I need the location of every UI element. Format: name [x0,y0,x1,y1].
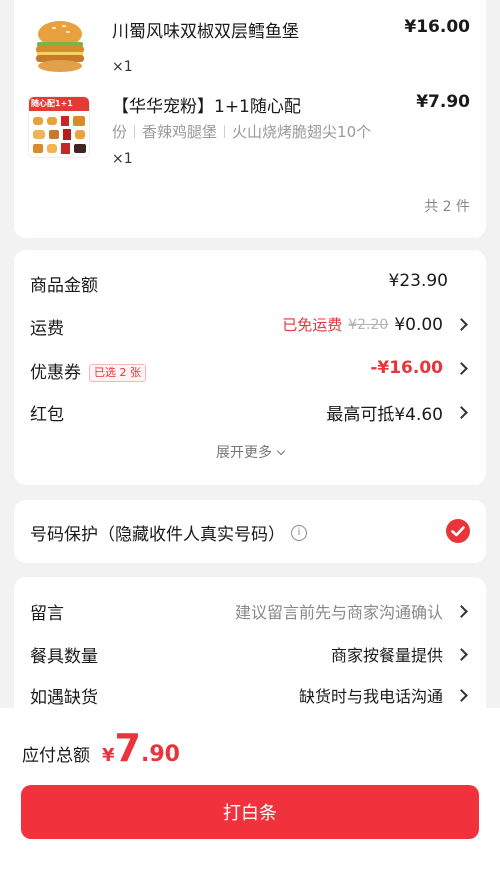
item-price: ¥7.90 [416,92,470,112]
number-protection-label-group: 号码保护（隐藏收件人真实号码） i [30,520,307,545]
original-shipping-fee: ¥2.20 [348,316,389,333]
item-count: 共 2 件 [424,199,470,215]
chevron-right-icon [455,361,468,375]
combo-image-label: 随心配1+1 [31,99,73,108]
burger-image [28,14,92,78]
item-spec: 份香辣鸡腿堡 火山烧烤脆翅尖10个 [112,121,371,142]
coupon-discount: -¥16.00 [370,358,443,378]
chevron-right-icon [455,604,468,618]
checkmark-icon[interactable] [446,519,470,543]
spec-divider [134,125,136,138]
total-price-integer: 7 [114,726,141,770]
info-icon[interactable]: i [291,524,307,541]
pay-button[interactable]: 打白条 [21,785,479,839]
shipping-fee: ¥0.00 [394,314,443,335]
price-summary-card: 商品金额 ¥23.90 运费 已免运费 ¥2.20 ¥0.00 优惠券 已选 2 … [14,250,486,485]
shipping-label: 运费 [30,319,64,339]
order-items-card: 川蜀风味双椒双层鳕鱼堡 ¥16.00 ×1 随心配1+1 【华华宠粉】1+1随心… [14,0,486,238]
chevron-right-icon [455,406,468,419]
chevron-right-icon [455,688,468,702]
redpack-value-group: 最高可抵¥4.60 [326,400,470,425]
coupon-label: 优惠券 [30,363,81,383]
chevron-right-icon [455,647,468,661]
item-price: ¥16.00 [404,17,470,37]
message-value-group: 建议留言前先与商家沟通确认 [235,599,470,623]
out-of-stock-value-group: 缺货时与我电话沟通 [299,683,470,707]
item-spec-part: 火山烧烤脆翅尖10个 [232,123,372,141]
shipping-row[interactable]: 运费 已免运费 ¥2.20 ¥0.00 [30,310,470,340]
item-spec-part: 香辣鸡腿堡 [142,123,218,141]
utensils-value: 商家按餐量提供 [330,646,443,665]
combo-image: 随心配1+1 [28,96,90,158]
out-of-stock-value: 缺货时与我电话沟通 [298,687,443,706]
checkout-bar: 应付总额 ¥7.90 打白条 [0,708,500,889]
chevron-down-icon [276,446,286,456]
message-placeholder: 建议留言前先与商家沟通确认 [234,603,443,622]
coupon-count-badge: 已选 2 张 [89,364,146,382]
utensils-label: 餐具数量 [30,647,98,667]
message-label: 留言 [30,604,64,624]
total-label: 应付总额 [22,746,90,766]
utensils-value-group: 商家按餐量提供 [331,642,470,666]
order-item[interactable]: 随心配1+1 【华华宠粉】1+1随心配 ¥7.90 份香辣鸡腿堡 火山烧烤脆翅尖1… [28,92,470,184]
coupon-value-group: -¥16.00 [370,358,470,378]
total-price-decimal: .90 [140,742,180,767]
item-name: 川蜀风味双椒双层鳕鱼堡 [112,22,299,42]
shipping-value-group: 已免运费 ¥2.20 ¥0.00 [282,314,470,335]
item-quantity: ×1 [112,151,133,167]
item-name: 【华华宠粉】1+1随心配 [112,97,301,117]
item-quantity: ×1 [112,59,133,75]
message-row[interactable]: 留言 建议留言前先与商家沟通确认 [30,595,470,625]
out-of-stock-label: 如遇缺货 [30,688,98,708]
redpack-value: 最高可抵¥4.60 [326,405,443,425]
goods-amount-row: 商品金额 ¥23.90 [30,267,470,297]
coupon-label-group: 优惠券 已选 2 张 [30,358,146,384]
expand-more-label: 展开更多 [216,445,272,461]
number-protection-card: 号码保护（隐藏收件人真实号码） i [14,500,486,563]
out-of-stock-row[interactable]: 如遇缺货 缺货时与我电话沟通 [30,679,470,709]
total-price: ¥7.90 [102,726,180,770]
redpack-label: 红包 [30,405,64,425]
spec-divider [224,125,226,138]
utensils-row[interactable]: 餐具数量 商家按餐量提供 [30,638,470,668]
expand-more-button[interactable]: 展开更多 [14,442,486,462]
goods-amount-value: ¥23.90 [388,271,448,291]
free-shipping-text: 已免运费 [282,316,343,334]
chevron-right-icon [455,318,468,331]
redpack-row[interactable]: 红包 最高可抵¥4.60 [30,396,470,426]
item-spec-part: 份 [112,123,128,141]
number-protection-label: 号码保护（隐藏收件人真实号码） [30,525,285,545]
goods-amount-label: 商品金额 [30,276,98,296]
coupon-row[interactable]: 优惠券 已选 2 张 -¥16.00 [30,354,470,384]
currency-symbol: ¥ [102,745,115,766]
order-item[interactable]: 川蜀风味双椒双层鳕鱼堡 ¥16.00 ×1 [28,14,470,94]
